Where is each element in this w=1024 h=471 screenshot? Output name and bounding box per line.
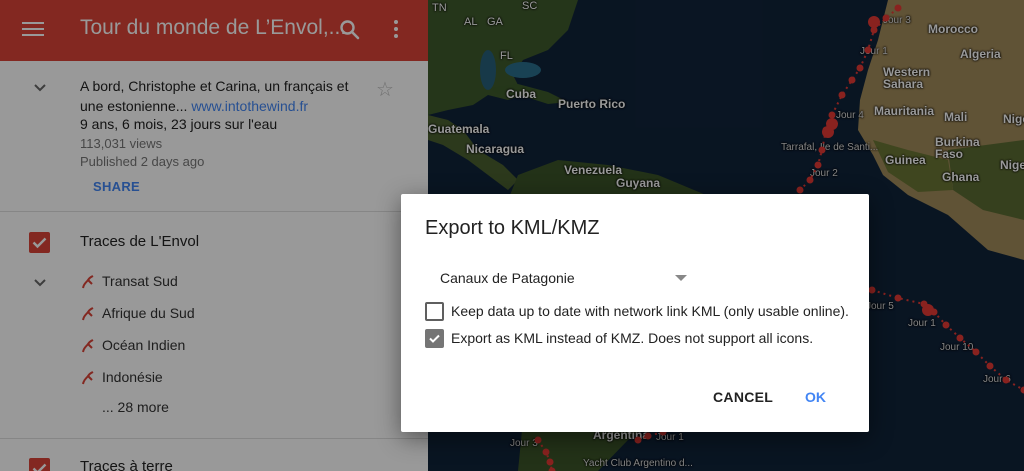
- kml-checkbox[interactable]: [425, 329, 444, 348]
- cancel-button[interactable]: CANCEL: [713, 389, 773, 405]
- layer-select-value: Canaux de Patagonie: [440, 270, 575, 286]
- network-link-label: Keep data up to date with network link K…: [451, 303, 849, 319]
- kml-label: Export as KML instead of KMZ. Does not s…: [451, 330, 814, 346]
- export-kml-dialog: Export to KML/KMZ Canaux de Patagonie Ke…: [401, 194, 869, 432]
- check-icon: [429, 334, 440, 343]
- dialog-title: Export to KML/KMZ: [425, 217, 600, 239]
- layer-select[interactable]: Canaux de Patagonie: [425, 262, 697, 294]
- network-link-checkbox[interactable]: [425, 302, 444, 321]
- dropdown-arrow-icon[interactable]: [675, 275, 687, 281]
- ok-button[interactable]: OK: [805, 389, 826, 405]
